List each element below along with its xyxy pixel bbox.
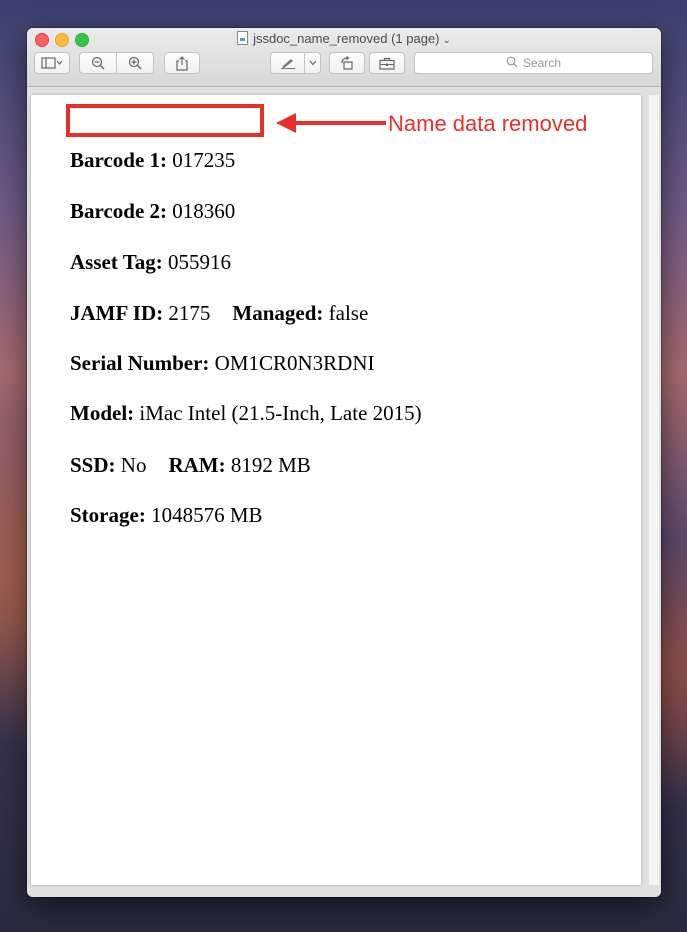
serial-label: Serial Number: <box>70 351 210 375</box>
search-icon <box>506 56 518 71</box>
barcode1-value: 017235 <box>172 148 236 172</box>
window-title-text: jssdoc_name_removed (1 page) <box>253 31 440 46</box>
zoom-in-icon <box>128 56 142 70</box>
asset-tag-label: Asset Tag: <box>70 250 163 274</box>
zoom-out-icon <box>91 56 105 70</box>
ssd-value: No <box>120 453 147 477</box>
search-placeholder: Search <box>522 56 562 70</box>
serial-value: OM1CR0N3RDNI <box>214 351 375 375</box>
titlebar: jssdoc_name_removed (1 page) ⌄ Search <box>27 28 661 87</box>
storage-label: Storage: <box>70 503 146 527</box>
managed-label: Managed: <box>232 301 324 325</box>
storage-row: Storage: 1048576 MB <box>70 503 263 528</box>
managed-value: false <box>328 301 369 325</box>
search-field[interactable]: Search <box>414 52 653 74</box>
document-viewport[interactable]: Name data removed Barcode 1: 017235 Barc… <box>27 87 661 897</box>
model-value: iMac Intel (21.5-Inch, Late 2015) <box>139 401 422 425</box>
document-icon <box>237 31 249 45</box>
arrow-shaft <box>293 121 386 125</box>
window-title[interactable]: jssdoc_name_removed (1 page) ⌄ <box>27 31 661 46</box>
barcode1-row: Barcode 1: 017235 <box>70 148 235 173</box>
rotate-button[interactable] <box>329 52 365 74</box>
ssd-ram-row: SSD: No RAM: 8192 MB <box>70 453 311 478</box>
markup-menu-button[interactable] <box>304 52 321 74</box>
barcode2-value: 018360 <box>172 199 236 223</box>
asset-tag-value: 055916 <box>168 250 232 274</box>
pen-icon <box>280 59 295 69</box>
barcode2-row: Barcode 2: 018360 <box>70 199 235 224</box>
ssd-label: SSD: <box>70 453 116 477</box>
jamf-managed-row: JAMF ID: 2175 Managed: false <box>70 301 368 326</box>
sidebar-toggle-button[interactable] <box>34 52 70 74</box>
toolbox-button[interactable] <box>369 52 405 74</box>
serial-row: Serial Number: OM1CR0N3RDNI <box>70 351 375 376</box>
storage-value: 1048576 MB <box>151 503 263 527</box>
barcode2-label: Barcode 2: <box>70 199 168 223</box>
model-row: Model: iMac Intel (21.5-Inch, Late 2015) <box>70 401 422 426</box>
zoom-out-button[interactable] <box>79 52 117 74</box>
share-button[interactable] <box>164 52 200 74</box>
jamf-id-value: 2175 <box>168 301 211 325</box>
jamf-id-label: JAMF ID: <box>70 301 164 325</box>
chevron-down-icon <box>309 60 316 66</box>
model-label: Model: <box>70 401 135 425</box>
redaction-highlight-box <box>66 104 264 137</box>
chevron-down-icon: ⌄ <box>442 35 451 46</box>
asset-tag-row: Asset Tag: 055916 <box>70 250 231 275</box>
preview-window: jssdoc_name_removed (1 page) ⌄ Search Na… <box>27 28 661 897</box>
barcode1-label: Barcode 1: <box>70 148 168 172</box>
share-icon <box>176 55 188 71</box>
markup-button[interactable] <box>270 52 305 74</box>
zoom-in-button[interactable] <box>116 52 154 74</box>
ram-value: 8192 MB <box>230 453 311 477</box>
rotate-icon <box>341 56 353 70</box>
sidebar-icon <box>41 57 63 69</box>
ram-label: RAM: <box>168 453 226 477</box>
annotation-label: Name data removed <box>388 111 588 136</box>
document-page: Name data removed Barcode 1: 017235 Barc… <box>31 95 641 885</box>
toolbox-icon <box>379 57 395 70</box>
vertical-scrollbar[interactable] <box>649 95 659 885</box>
